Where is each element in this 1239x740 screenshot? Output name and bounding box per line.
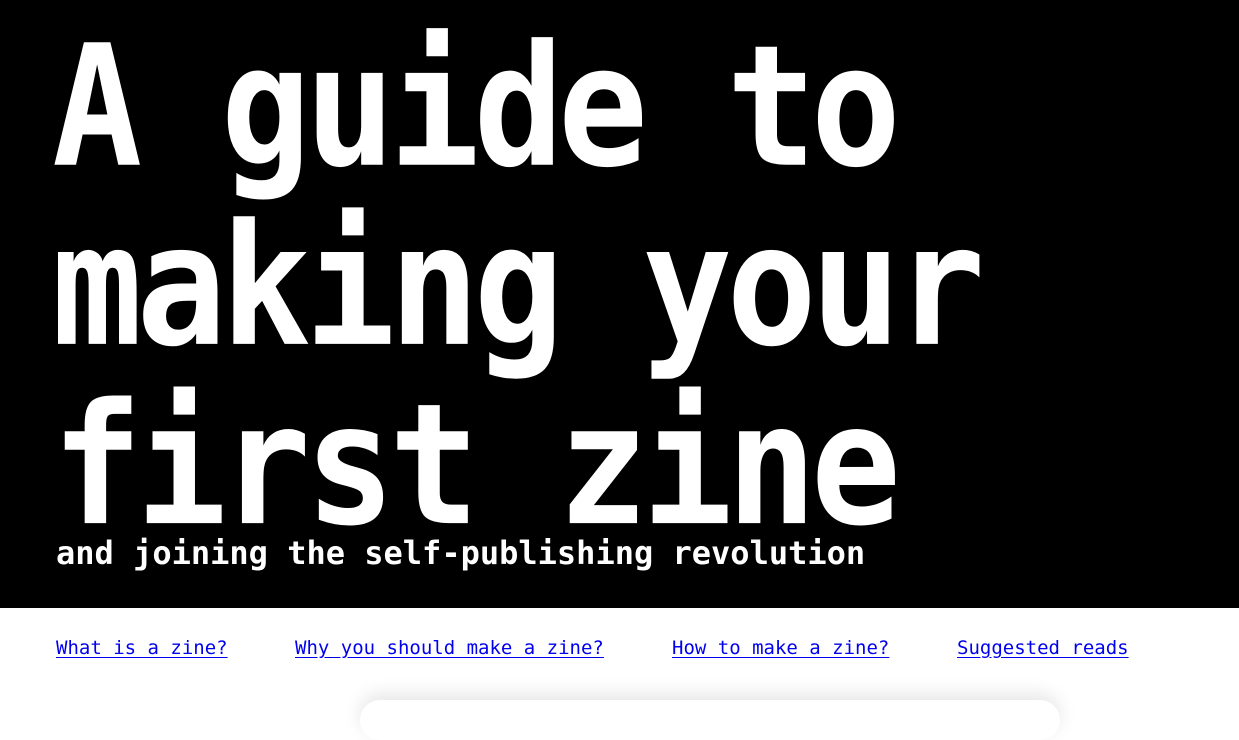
hero-section: A guide to making your first zine and jo… — [0, 0, 1239, 608]
page-title-line-3: first zine — [52, 368, 901, 564]
content-card-edge — [360, 700, 1060, 740]
nav-link-why-make-a-zine[interactable]: Why you should make a zine? — [295, 636, 604, 660]
nav-link-what-is-a-zine[interactable]: What is a zine? — [56, 636, 228, 660]
page-title-line-2: making your — [52, 189, 985, 385]
nav-link-suggested-reads[interactable]: Suggested reads — [957, 636, 1129, 660]
page-title: A guide to making your first zine — [52, 18, 1152, 556]
section-nav — [0, 608, 1239, 712]
page-subtitle: and joining the self-publishing revoluti… — [56, 534, 866, 572]
page-title-line-1: A guide to — [52, 10, 901, 206]
nav-link-how-to-make-a-zine[interactable]: How to make a zine? — [672, 636, 889, 660]
